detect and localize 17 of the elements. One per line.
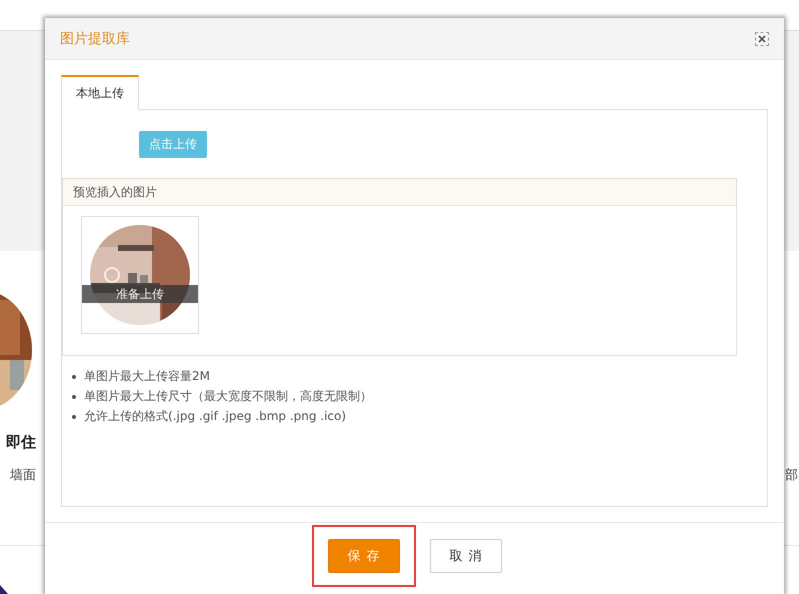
bullet-icon xyxy=(72,394,76,398)
tab[interactable]: 本地上传 xyxy=(61,75,139,110)
close-icon xyxy=(758,34,766,42)
upload-status-label: 准备上传 xyxy=(82,285,198,303)
note-text: 允许上传的格式(.jpg .gif .jpeg .bmp .png .ico) xyxy=(84,408,346,425)
note-text: 单图片最大上传尺寸（最大宽度不限制，高度无限制） xyxy=(84,388,372,405)
note-text: 单图片最大上传容量2M xyxy=(84,368,210,385)
cancel-button[interactable]: 取消 xyxy=(430,539,502,573)
thumbnail-frame[interactable]: 准备上传 xyxy=(81,216,199,334)
card-text: 部 xyxy=(785,467,798,484)
bullet-icon xyxy=(72,374,76,378)
card-title: 即住 xyxy=(6,433,36,452)
card-text: 墙面 xyxy=(10,467,36,484)
preview-heading: 预览插入的图片 xyxy=(63,179,736,206)
dialog-title: 图片提取库 xyxy=(60,30,130,48)
bullet-icon xyxy=(72,414,76,418)
close-button[interactable] xyxy=(755,32,769,46)
